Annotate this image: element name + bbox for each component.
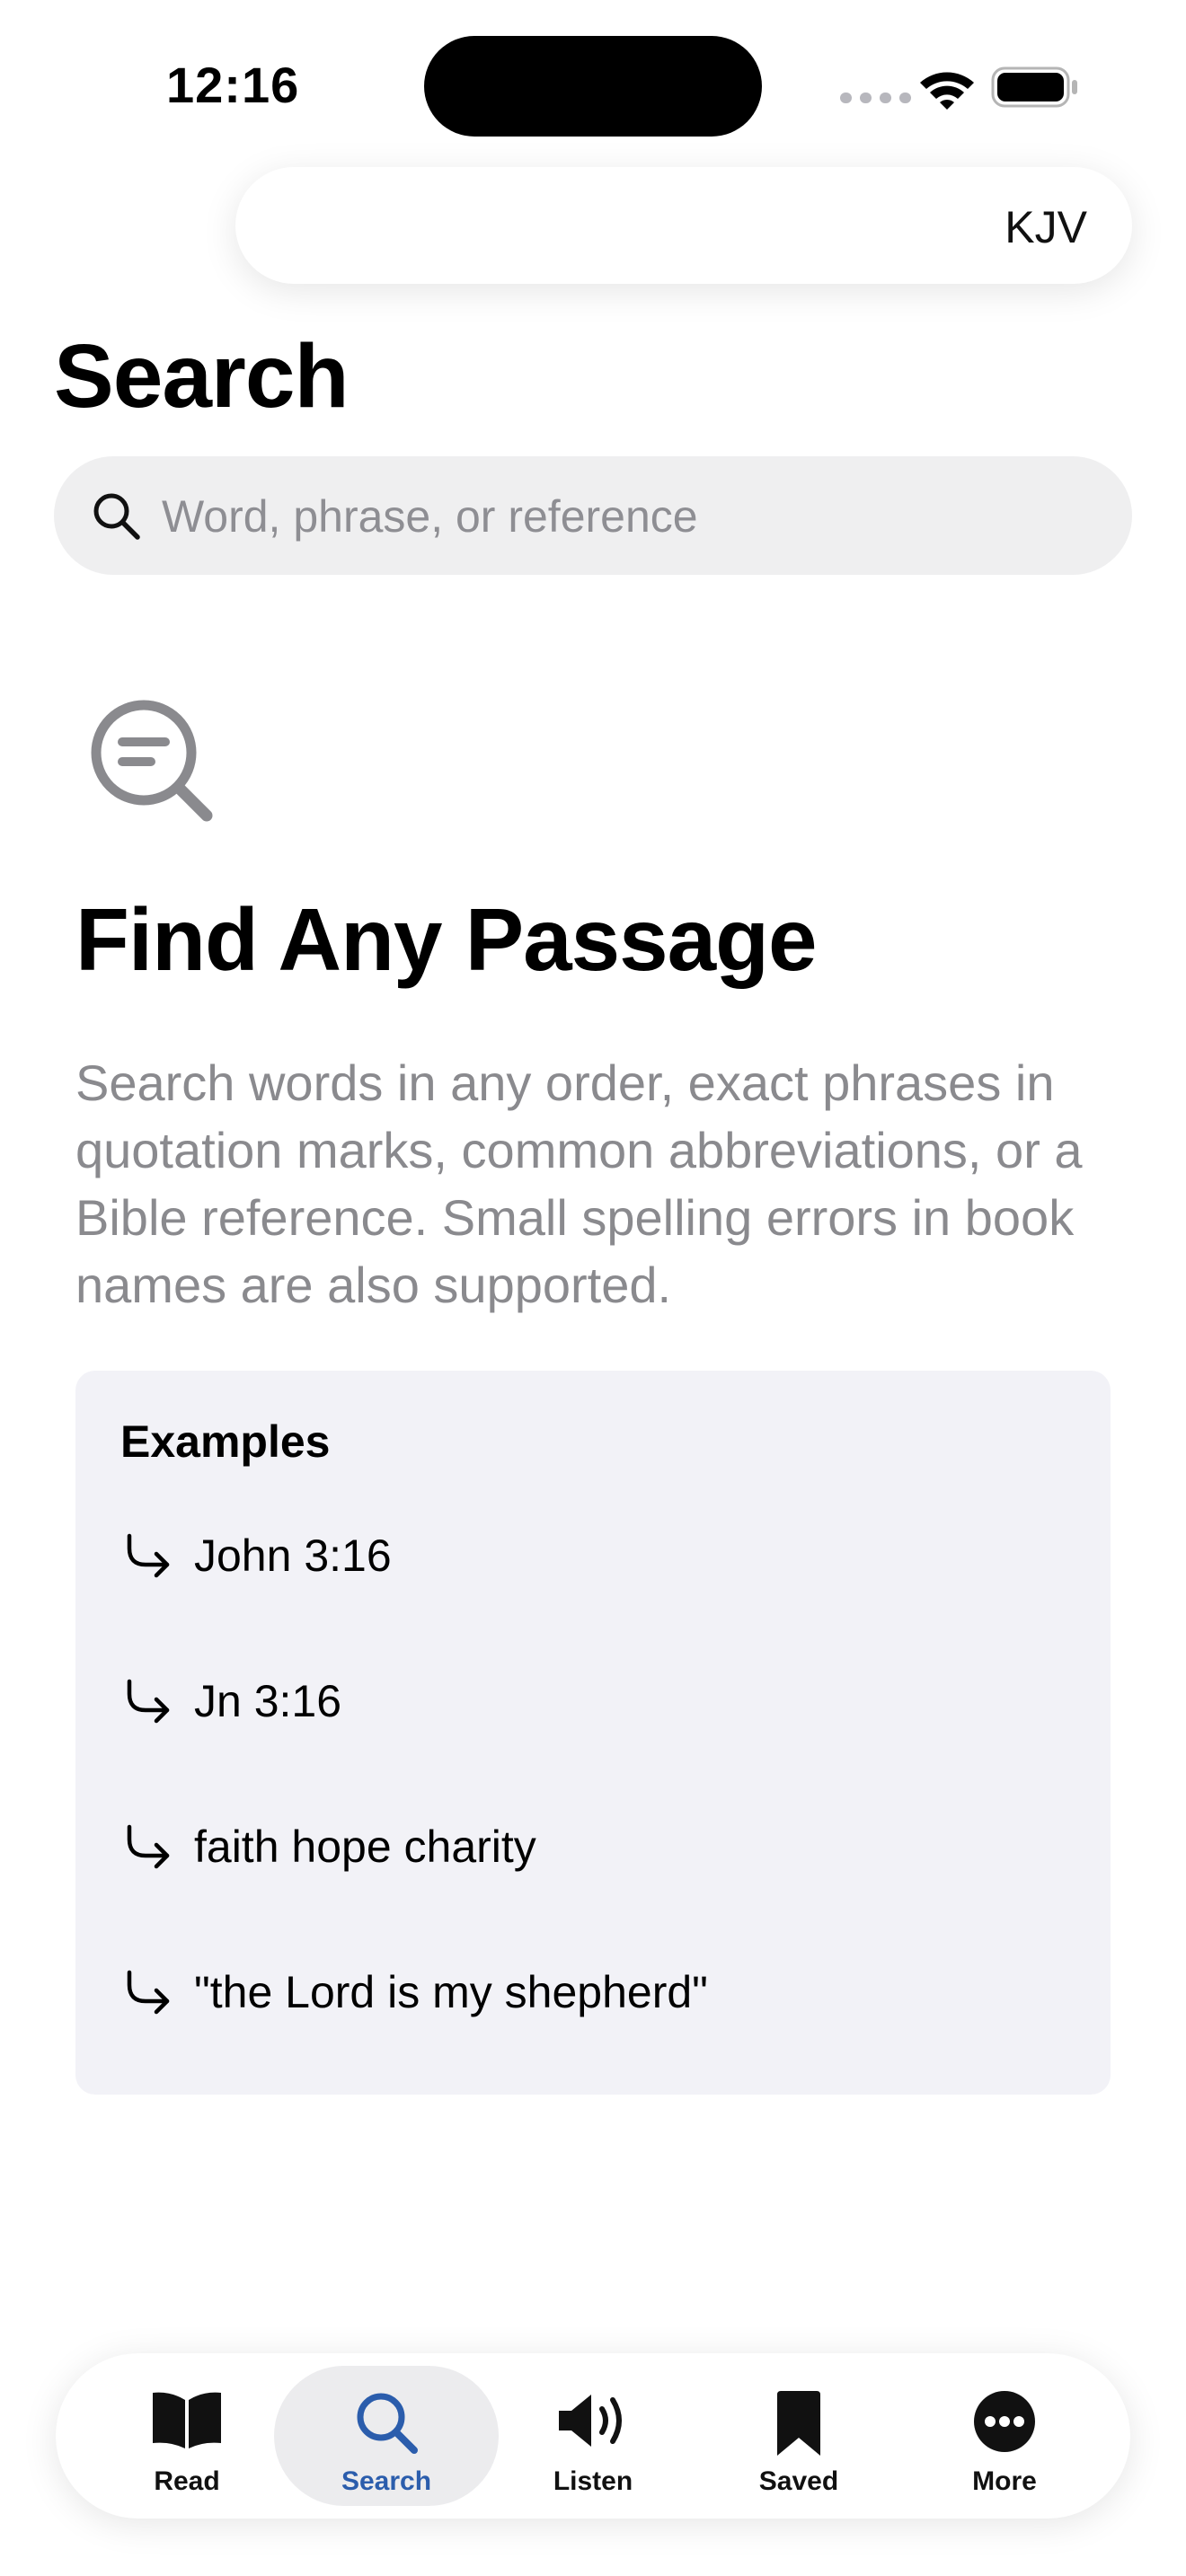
tab-read[interactable]: Read xyxy=(75,2366,299,2506)
search-icon xyxy=(357,2393,418,2454)
tab-label: Read xyxy=(154,2466,220,2496)
examples-card: Examples John 3:16 Jn 3:16 faith hope ch… xyxy=(75,1371,1111,2095)
tab-label: Listen xyxy=(553,2466,633,2496)
arrow-turn-right-icon xyxy=(127,1679,170,1724)
example-item[interactable]: Jn 3:16 xyxy=(120,1656,1073,1746)
tab-label: Saved xyxy=(758,2466,839,2496)
examples-title: Examples xyxy=(120,1416,331,1467)
tab-label: More xyxy=(972,2466,1037,2496)
tab-label: Search xyxy=(341,2466,432,2496)
example-item[interactable]: faith hope charity xyxy=(120,1802,1073,1892)
tab-more[interactable]: More xyxy=(892,2366,1117,2506)
dynamic-island xyxy=(424,36,762,137)
bookmark-icon xyxy=(777,2391,820,2456)
tab-listen[interactable]: Listen xyxy=(481,2366,705,2506)
status-time: 12:16 xyxy=(166,57,300,113)
arrow-turn-right-icon xyxy=(127,1970,170,2015)
hero-title: Find Any Passage xyxy=(75,890,818,989)
search-input[interactable] xyxy=(160,481,1098,551)
version-selector[interactable]: KJV xyxy=(235,167,1132,284)
tab-bar: Read Search Listen Saved More xyxy=(56,2353,1130,2519)
example-label: faith hope charity xyxy=(194,1822,536,1872)
example-label: "the Lord is my shepherd" xyxy=(194,1967,708,2017)
arrow-turn-right-icon xyxy=(127,1824,170,1869)
tab-search[interactable]: Search xyxy=(274,2366,499,2506)
cellular-signal-icon xyxy=(840,93,911,103)
battery-icon xyxy=(991,66,1077,108)
example-label: John 3:16 xyxy=(194,1531,392,1581)
example-item[interactable]: "the Lord is my shepherd" xyxy=(120,1947,1073,2037)
page-title: Search xyxy=(54,326,350,427)
wifi-icon xyxy=(920,72,974,110)
example-label: Jn 3:16 xyxy=(194,1676,342,1726)
tab-saved[interactable]: Saved xyxy=(686,2366,911,2506)
more-icon xyxy=(974,2391,1035,2452)
speaker-icon xyxy=(559,2395,622,2447)
search-icon xyxy=(93,493,140,540)
version-label: KJV xyxy=(1005,202,1087,252)
search-field[interactable] xyxy=(54,456,1132,575)
hero-description: Search words in any order, exact phrases… xyxy=(75,1054,1083,1313)
book-open-icon xyxy=(153,2392,221,2448)
magnifier-lines-icon xyxy=(91,700,213,822)
example-item[interactable]: John 3:16 xyxy=(120,1511,1073,1601)
arrow-turn-right-icon xyxy=(127,1533,170,1578)
